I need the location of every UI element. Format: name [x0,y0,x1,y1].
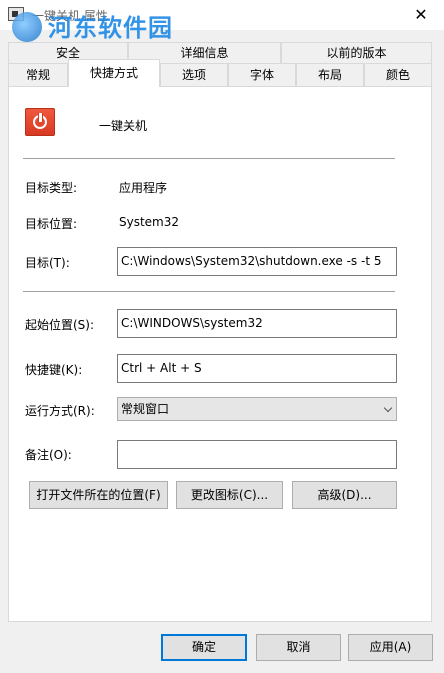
run-label: 运行方式(R): [25,404,95,418]
apply-button[interactable]: 应用(A) [348,634,433,661]
comment-label: 备注(O): [25,448,72,462]
open-file-location-button[interactable]: 打开文件所在的位置(F) [29,481,168,509]
power-icon [25,108,55,136]
change-icon-button[interactable]: 更改图标(C)... [176,481,283,509]
shortcut-name: 一键关机 [99,119,148,133]
ok-button[interactable]: 确定 [161,634,247,661]
tab-layout[interactable]: 布局 [296,63,364,87]
divider [23,158,395,159]
close-button[interactable]: ✕ [398,0,444,30]
hotkey-label: 快捷键(K): [25,363,83,377]
divider [23,291,395,292]
hotkey-input[interactable]: Ctrl + Alt + S [117,354,397,383]
chevron-down-icon [383,403,393,413]
window-title: 一键关机 属性 [32,9,108,23]
tab-previous-versions[interactable]: 以前的版本 [281,42,432,63]
advanced-button[interactable]: 高级(D)... [292,481,397,509]
target-location-label: 目标位置: [25,217,78,231]
title-bar: 一键关机 属性 ✕ [0,0,444,30]
target-type-value: 应用程序 [119,181,168,195]
target-label: 目标(T): [25,256,70,270]
target-input[interactable]: C:\Windows\System32\shutdown.exe -s -t 5 [117,247,397,276]
run-select-value: 常规窗口 [121,402,170,416]
tab-font[interactable]: 字体 [228,63,296,87]
start-in-label: 起始位置(S): [25,318,95,332]
tab-row-2: 常规 快捷方式 选项 字体 布局 颜色 [8,59,432,87]
close-icon: ✕ [414,5,428,24]
run-select[interactable]: 常规窗口 [117,397,397,421]
tab-shortcut[interactable]: 快捷方式 [68,59,160,87]
target-type-label: 目标类型: [25,181,78,195]
window-app-icon [8,7,24,21]
cancel-button[interactable]: 取消 [256,634,341,661]
start-in-input[interactable]: C:\WINDOWS\system32 [117,309,397,338]
tab-colors[interactable]: 颜色 [364,63,432,87]
tab-options[interactable]: 选项 [160,63,228,87]
shortcut-panel: 一键关机 目标类型: 应用程序 目标位置: System32 目标(T): C:… [8,86,432,622]
comment-input[interactable] [117,440,397,469]
target-location-value: System32 [119,215,180,229]
tab-general[interactable]: 常规 [8,63,68,87]
